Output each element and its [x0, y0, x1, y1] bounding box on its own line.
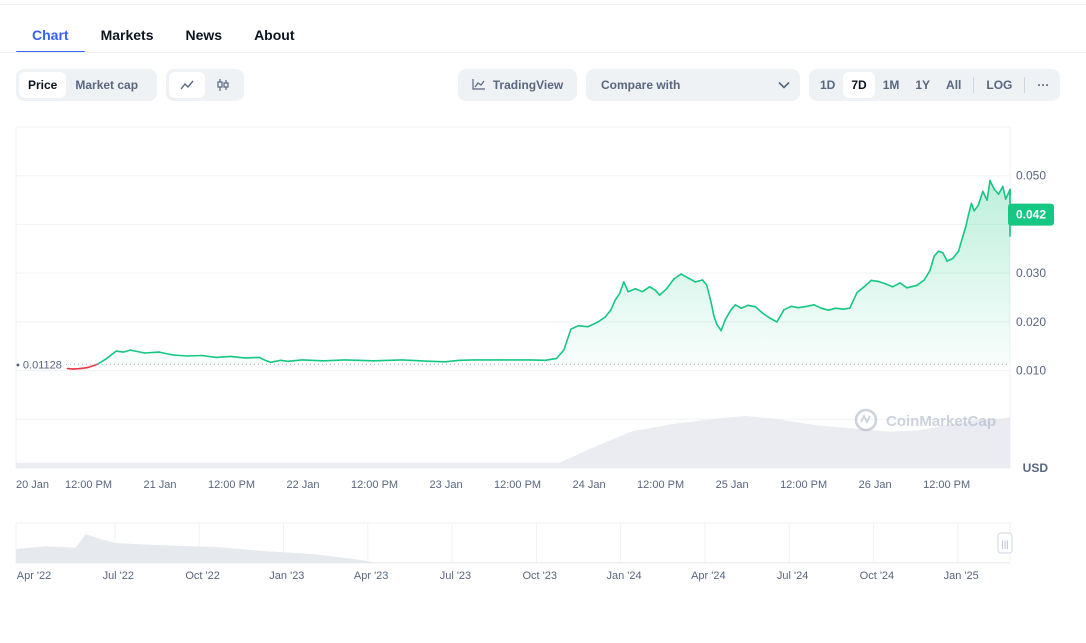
navigator-label: Apr '22 [17, 570, 52, 582]
open-price-label: • 0.01128 [16, 359, 62, 371]
log-scale-button[interactable]: LOG [978, 72, 1020, 98]
navigator-svg: Apr '22 Jul '22 Oct '22 Jan '23 Apr '23 Jul '… [15, 522, 1013, 582]
x-tick-label: 12:00 PM [637, 479, 684, 491]
tradingview-label: TradingView [492, 78, 564, 92]
range-1y-button[interactable]: 1Y [907, 72, 938, 98]
navigator-handle-grip: ||| [1001, 539, 1008, 549]
price-line-segment [66, 367, 74, 370]
price-line-segment [79, 366, 89, 370]
price-line-segment [72, 367, 82, 370]
price-line-segment [244, 356, 260, 359]
line-chart-icon [180, 79, 194, 91]
price-line-segment [577, 325, 589, 328]
more-options-button[interactable]: ··· [1029, 72, 1057, 98]
navigator-label: Oct '22 [185, 570, 220, 582]
price-line-segment [186, 354, 203, 357]
x-tick-label: 12:00 PM [494, 479, 541, 491]
navigator-label: Jul '24 [777, 570, 808, 582]
range-1m-button[interactable]: 1M [875, 72, 908, 98]
range-7d-button[interactable]: 7D [843, 72, 875, 98]
chevron-down-icon [778, 78, 790, 92]
x-tick-label: 12:00 PM [923, 479, 970, 491]
time-range-toggle: 1D 7D 1M 1Y All LOG ··· [809, 69, 1061, 101]
tradingview-icon [472, 78, 486, 93]
x-tick-label: 24 Jan [573, 479, 606, 491]
y-tick-label: 0.050 [1016, 169, 1046, 183]
range-navigator[interactable]: Apr '22 Jul '22 Oct '22 Jan '23 Apr '23 Jul '… [0, 515, 1086, 595]
coinmarketcap-watermark: CoinMarketCap [854, 408, 996, 432]
price-line-segment [429, 360, 446, 363]
chart-style-toggle [166, 69, 244, 101]
tab-about[interactable]: About [238, 20, 310, 53]
range-divider [1024, 77, 1026, 93]
price-line-segment [834, 307, 844, 310]
x-tick-label: 12:00 PM [65, 479, 112, 491]
y-tick-label: 0.030 [1016, 266, 1046, 280]
price-area [67, 180, 1010, 370]
section-tabs: Chart Markets News About [16, 20, 311, 53]
x-tick-label: 12:00 PM [780, 479, 827, 491]
price-line-segment [301, 359, 325, 362]
price-chart-svg: • 0.01128 0.042 0.010 0.020 0.030 0.050 USD 20… [15, 126, 1054, 491]
navigator-label: Jan '25 [944, 570, 979, 582]
x-tick-label: 12:00 PM [208, 479, 255, 491]
x-tick-label: 23 Jan [430, 479, 463, 491]
price-line-segment [143, 351, 160, 354]
x-tick-label: 26 Jan [859, 479, 892, 491]
price-line-segment [870, 279, 880, 283]
y-tick-label: 0.020 [1016, 315, 1046, 329]
navigator-label: Apr '24 [691, 570, 726, 582]
candlestick-button[interactable] [205, 72, 241, 98]
price-line-segment [322, 359, 346, 362]
tab-markets[interactable]: Markets [85, 20, 170, 53]
compare-with-label: Compare with [601, 78, 681, 92]
price-line-segment [841, 307, 851, 310]
x-tick-label: 20 Jan [16, 479, 49, 491]
price-line-segment [279, 359, 289, 363]
x-tick-label: 12:00 PM [351, 479, 398, 491]
price-button[interactable]: Price [19, 72, 67, 98]
tabs-divider [0, 52, 1086, 53]
price-line-segment [215, 355, 232, 359]
watermark-text: CoinMarketCap [886, 413, 996, 430]
price-line-segment [172, 354, 189, 357]
tab-news[interactable]: News [169, 20, 238, 53]
top-border [0, 4, 1086, 5]
x-tick-label: 25 Jan [716, 479, 749, 491]
x-tick-label: 21 Jan [144, 479, 177, 491]
currency-label: USD [1023, 461, 1049, 475]
candlestick-icon [216, 78, 230, 92]
range-1d-button[interactable]: 1D [812, 72, 843, 98]
navigator-label: Apr '23 [354, 570, 389, 582]
current-price-label: 0.042 [1016, 208, 1046, 222]
y-tick-label: 0.010 [1016, 364, 1046, 378]
price-line-segment [344, 359, 375, 362]
volume-area [16, 416, 1010, 468]
navigator-label: Jan '24 [606, 570, 641, 582]
price-chart[interactable]: • 0.01128 0.042 0.010 0.020 0.030 0.050 USD 20… [0, 120, 1086, 520]
range-all-button[interactable]: All [938, 72, 969, 98]
price-line-segment [372, 359, 404, 362]
navigator-label: Jul '23 [440, 570, 471, 582]
market-cap-button[interactable]: Market cap [66, 72, 147, 98]
range-divider [973, 77, 975, 93]
navigator-label: Jan '23 [269, 570, 304, 582]
price-line-segment [115, 350, 125, 353]
compare-with-select[interactable]: Compare with [586, 69, 800, 101]
metric-toggle: Price Market cap [16, 69, 157, 101]
tradingview-button[interactable]: TradingView [458, 69, 577, 101]
navigator-label: Jul '22 [103, 570, 134, 582]
line-chart-button[interactable] [169, 72, 205, 98]
navigator-label: Oct '23 [522, 570, 557, 582]
navigator-label: Oct '24 [860, 570, 895, 582]
x-tick-label: 22 Jan [287, 479, 320, 491]
tab-chart[interactable]: Chart [16, 20, 85, 53]
